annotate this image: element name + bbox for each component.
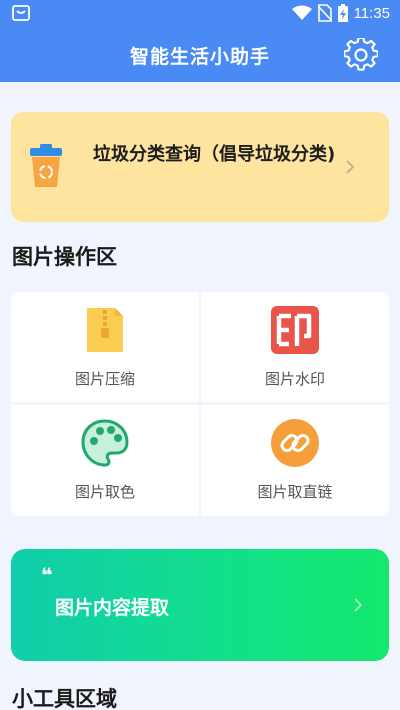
chevron-right-icon <box>354 598 363 612</box>
gear-icon[interactable] <box>344 38 378 72</box>
app-notification-icon <box>12 5 30 21</box>
status-time: 11:35 <box>353 4 390 22</box>
image-watermark-tile[interactable]: 图片水印 <box>201 292 389 402</box>
image-color-pick-label: 图片取色 <box>74 483 135 501</box>
image-section-title: 图片操作区 <box>12 245 117 269</box>
image-direct-link-label: 图片取直链 <box>257 483 333 501</box>
trash-bin-icon <box>30 144 62 187</box>
image-content-extract-card[interactable]: ❝ 图片内容提取 <box>11 549 389 661</box>
extract-card-label: 图片内容提取 <box>55 597 170 619</box>
quote-icon: ❝ <box>41 563 53 587</box>
battery-charging-icon <box>337 4 348 22</box>
image-compress-tile[interactable]: 图片压缩 <box>11 292 199 402</box>
image-color-pick-tile[interactable]: 图片取色 <box>11 405 199 516</box>
zip-file-icon <box>87 308 123 352</box>
image-watermark-label: 图片水印 <box>264 370 325 388</box>
status-bar: 11:35 <box>0 0 400 28</box>
palette-icon <box>81 419 129 467</box>
app-title: 智能生活小助手 <box>129 46 270 68</box>
link-icon <box>271 419 319 467</box>
no-sim-icon <box>317 4 332 22</box>
chevron-right-icon <box>346 160 355 174</box>
seal-print-icon <box>271 306 319 354</box>
image-direct-link-tile[interactable]: 图片取直链 <box>201 405 389 516</box>
garbage-classification-card[interactable]: 垃圾分类查询（倡导垃圾分类) <box>11 112 389 222</box>
image-compress-label: 图片压缩 <box>74 370 135 388</box>
wifi-icon <box>291 5 312 20</box>
tools-section-title: 小工具区域 <box>12 687 117 710</box>
app-bar: 智能生活小助手 <box>0 28 400 82</box>
garbage-card-label: 垃圾分类查询（倡导垃圾分类) <box>93 144 336 165</box>
